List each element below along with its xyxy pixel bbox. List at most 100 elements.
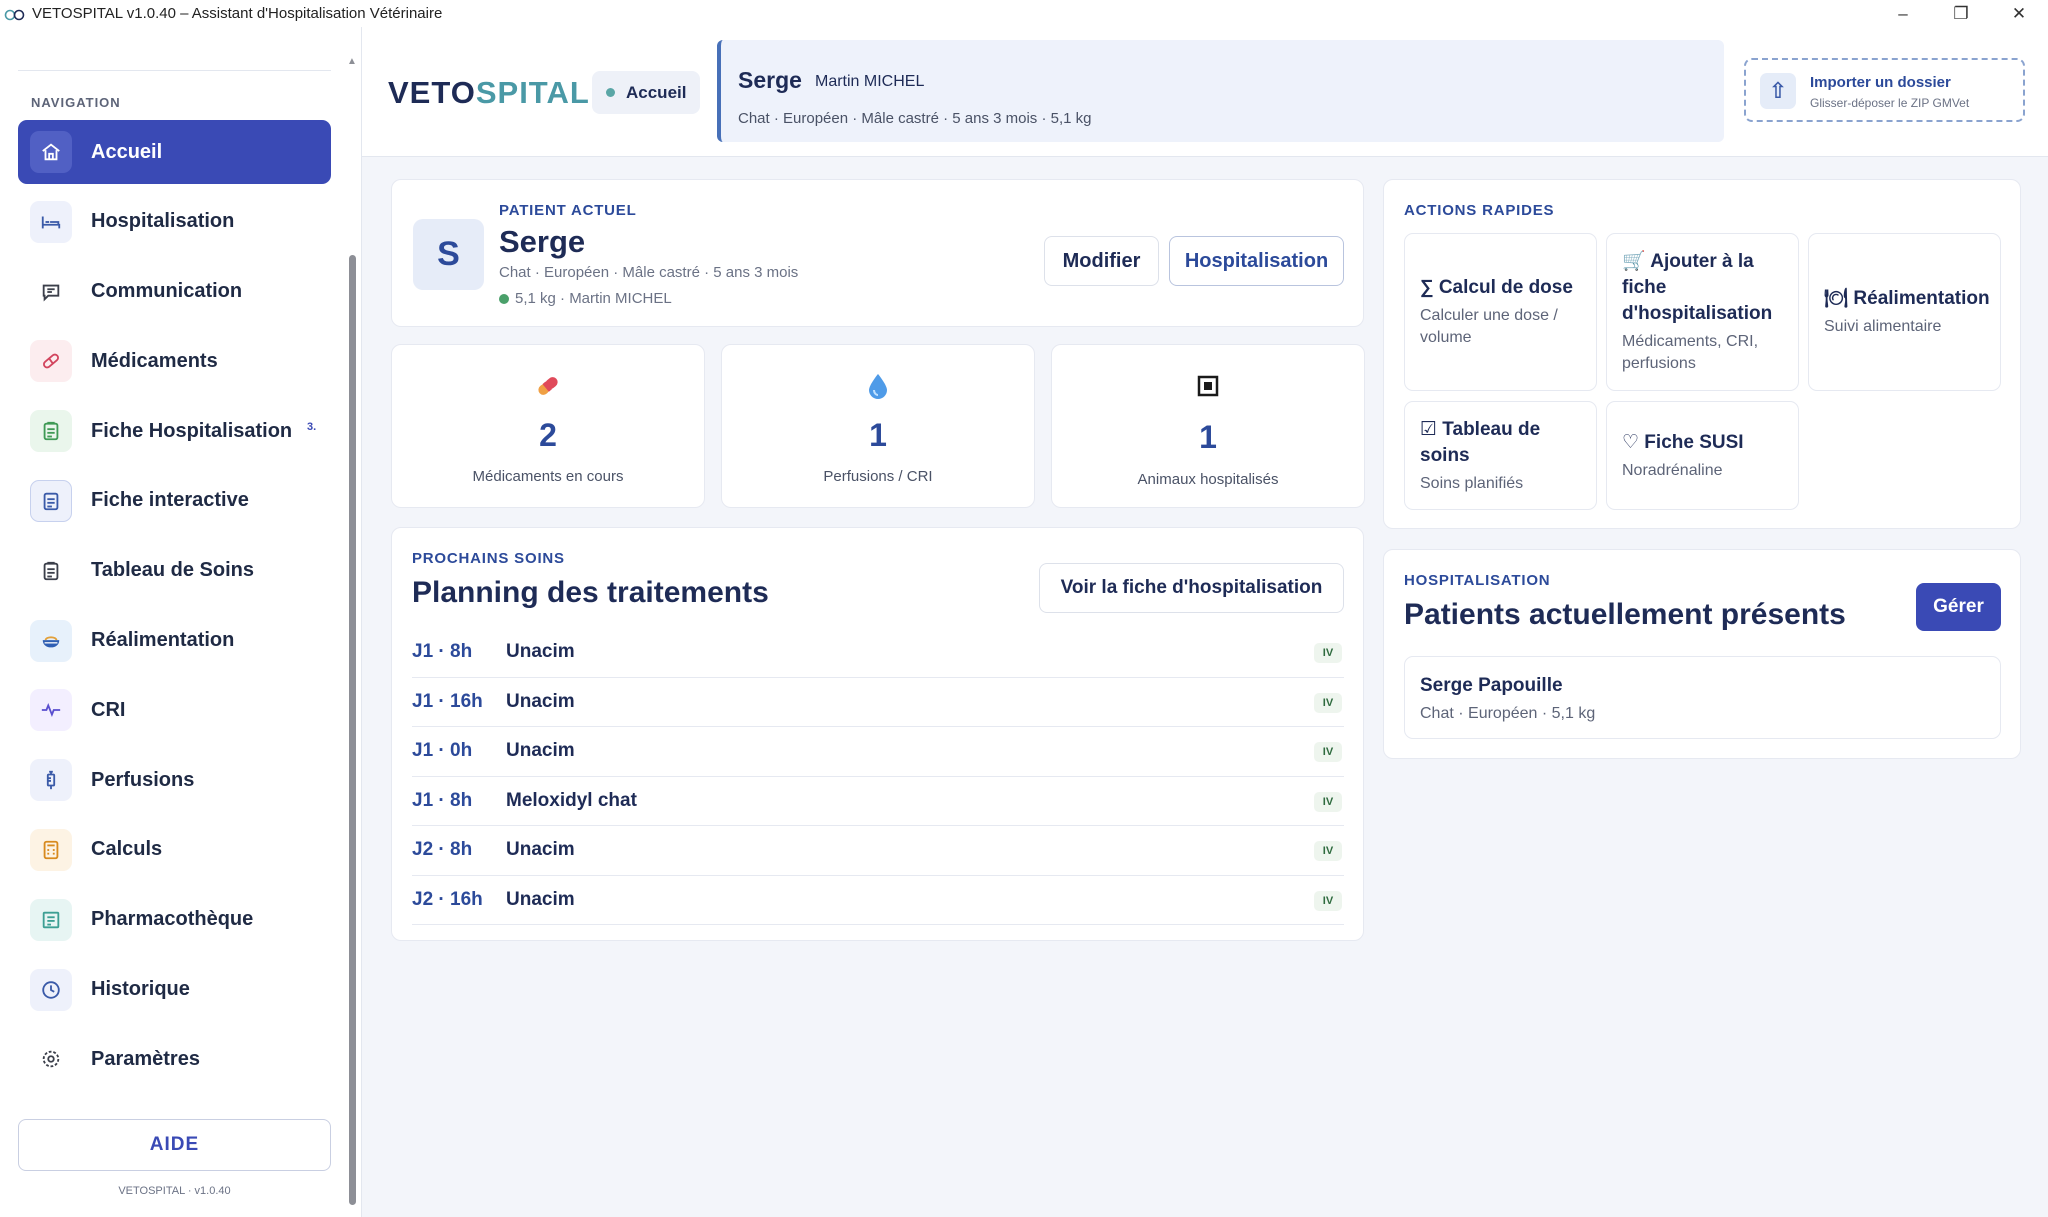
quick-action-subtitle: Noradrénaline [1622, 461, 1723, 479]
bed-icon [30, 200, 72, 243]
book-icon [30, 898, 72, 941]
app-version: VETOSPITAL · v1.0.40 [118, 1185, 231, 1197]
banner-owner-name: Martin MICHEL [815, 73, 925, 90]
quick-action-care-table[interactable]: ☑ Tableau de soins Soins planifiés [1404, 401, 1597, 510]
sidebar-item-label: Accueil [91, 140, 163, 163]
bowl-icon [30, 619, 72, 662]
stat-card-hospitalised[interactable]: 1 Animaux hospitalisés [1051, 344, 1365, 508]
quick-action-subtitle: Médicaments, CRI, perfusions [1622, 333, 1759, 372]
treatment-drug: Unacim [506, 839, 575, 861]
sidebar-item-label: Fiche Hospitalisation [91, 419, 293, 442]
treatment-drug: Unacim [506, 888, 575, 910]
treatment-drug: Unacim [506, 740, 575, 762]
quick-action-subtitle: Calculer une dose / volume [1420, 307, 1558, 346]
stat-card-medications[interactable]: 2 Médicaments en cours [391, 344, 705, 508]
status-dot-icon [606, 88, 615, 97]
close-button[interactable]: ✕ [1990, 0, 2048, 27]
manage-button[interactable]: Gérer [1916, 583, 2001, 631]
list-item[interactable]: Serge Papouille Chat · Européen · 5,1 kg [1404, 656, 2001, 739]
list-item[interactable]: J1 · 8h Unacim IV [412, 628, 1344, 678]
sidebar-scrollbar[interactable] [349, 255, 356, 1205]
sidebar-item-parametres[interactable]: Paramètres [18, 1027, 331, 1091]
status-dot-icon [499, 293, 509, 304]
sidebar-item-historique[interactable]: Historique [18, 958, 331, 1022]
present-patients-card: HOSPITALISATION Patients actuellement pr… [1383, 549, 2021, 759]
scroll-up-arrow-icon[interactable]: ▲ [347, 56, 357, 67]
clipboard-icon [30, 550, 72, 592]
pulse-icon [30, 689, 72, 732]
quick-action-title: ♡ Fiche SUSI [1622, 431, 1744, 453]
quick-action-realimentation[interactable]: 🍽 Réalimentation Suivi alimentaire [1808, 233, 2001, 391]
sidebar-item-fiche-hospitalisation[interactable]: Fiche Hospitalisation 3. [18, 399, 331, 463]
import-dropzone[interactable]: ⇧ Importer un dossier Glisser-déposer le… [1744, 58, 2025, 122]
sidebar-item-calculs[interactable]: Calculs [18, 818, 331, 882]
stat-value: 2 [539, 417, 557, 453]
patient-weight-owner: 5,1 kg · Martin MICHEL [499, 290, 672, 307]
present-patient-details: Chat · Européen · 5,1 kg [1420, 705, 1596, 722]
planning-list: J1 · 8h Unacim IV J1 · 16h Unacim IV J1 … [412, 628, 1344, 925]
sidebar-item-pharmacotheque[interactable]: Pharmacothèque [18, 888, 331, 952]
quick-action-subtitle: Suivi alimentaire [1824, 318, 1942, 335]
nav-heading: NAVIGATION [31, 95, 121, 110]
sidebar-item-accueil[interactable]: Accueil [18, 120, 331, 184]
square-icon [1052, 371, 1364, 401]
quick-action-add-to-sheet[interactable]: 🛒 Ajouter à la fiche d'hospitalisation M… [1606, 233, 1799, 391]
restore-button[interactable]: ❐ [1932, 0, 1990, 27]
treatment-time: J2 · 16h [412, 888, 483, 910]
list-item[interactable]: J1 · 0h Unacim IV [412, 727, 1344, 777]
top-header: VETOSPITAL Accueil Serge Martin MICHEL C… [362, 27, 2048, 157]
stat-label: Médicaments en cours [472, 468, 624, 485]
sidebar-item-hospitalisation[interactable]: Hospitalisation [18, 190, 331, 254]
sidebar-item-label: Paramètres [91, 1047, 200, 1070]
calculator-icon [30, 828, 72, 871]
hospitalisation-button[interactable]: Hospitalisation [1169, 236, 1344, 286]
app-logo[interactable]: VETOSPITAL [388, 75, 590, 111]
section-eyebrow: ACTIONS RAPIDES [1404, 202, 1555, 219]
sidebar-item-label: Fiche interactive [91, 489, 249, 512]
sidebar-item-fiche-interactive[interactable]: Fiche interactive [18, 469, 331, 533]
minimize-button[interactable]: – [1874, 0, 1932, 27]
sidebar-item-medicaments[interactable]: Médicaments [18, 329, 331, 393]
sidebar-item-tableau-de-soins[interactable]: Tableau de Soins [18, 539, 331, 603]
import-title: Importer un dossier [1810, 74, 1951, 91]
sidebar-item-realimentation[interactable]: Réalimentation [18, 609, 331, 673]
patient-name: Serge [499, 224, 586, 259]
quick-action-subtitle: Soins planifiés [1420, 474, 1524, 492]
stat-label: Animaux hospitalisés [1137, 471, 1279, 488]
list-item[interactable]: J2 · 8h Unacim IV [412, 826, 1344, 876]
sidebar-item-label: Hospitalisation [91, 210, 235, 233]
app-logo-icon [4, 9, 25, 20]
sidebar-item-label: CRI [91, 698, 126, 721]
sidebar-item-label: Réalimentation [91, 629, 235, 652]
help-button[interactable]: AIDE [18, 1119, 331, 1171]
stat-card-perfusions[interactable]: 1 Perfusions / CRI [721, 344, 1035, 508]
route-badge: IV [1314, 791, 1342, 812]
quick-actions-card: ACTIONS RAPIDES ∑ Calcul de dose Calcule… [1383, 179, 2021, 529]
list-item[interactable]: J1 · 16h Unacim IV [412, 678, 1344, 727]
quick-action-title: ☑ Tableau de soins [1420, 418, 1541, 466]
pill-icon [30, 340, 72, 383]
list-item[interactable]: J1 · 8h Meloxidyl chat IV [412, 777, 1344, 826]
sidebar-item-label: Perfusions [91, 768, 195, 791]
route-badge: IV [1314, 692, 1342, 713]
sidebar-item-communication[interactable]: Communication [18, 260, 331, 324]
view-hospitalisation-sheet-button[interactable]: Voir la fiche d'hospitalisation [1039, 563, 1344, 613]
sidebar-item-cri[interactable]: CRI [18, 678, 331, 742]
quick-action-title: ∑ Calcul de dose [1420, 277, 1573, 298]
quick-action-dose-calc[interactable]: ∑ Calcul de dose Calculer une dose / vol… [1404, 233, 1597, 391]
breadcrumb[interactable]: Accueil [592, 71, 701, 114]
edit-patient-button[interactable]: Modifier [1044, 236, 1159, 286]
route-badge: IV [1314, 742, 1342, 762]
quick-action-susi-sheet[interactable]: ♡ Fiche SUSI Noradrénaline [1606, 401, 1799, 510]
patient-banner[interactable]: Serge Martin MICHEL Chat · Européen · Mâ… [717, 40, 1724, 142]
stat-value: 1 [869, 417, 887, 453]
count-badge: 3. [307, 421, 317, 434]
section-eyebrow: HOSPITALISATION [1404, 572, 1551, 589]
list-item[interactable]: J2 · 16h Unacim IV [412, 876, 1344, 925]
window-titlebar: VETOSPITAL v1.0.40 – Assistant d'Hospita… [0, 0, 2048, 27]
stat-label: Perfusions / CRI [823, 468, 933, 485]
route-badge: IV [1314, 890, 1342, 911]
sidebar-item-label: Calculs [91, 838, 163, 861]
banner-patient-name: Serge [738, 67, 802, 93]
sidebar-item-perfusions[interactable]: Perfusions [18, 748, 331, 812]
